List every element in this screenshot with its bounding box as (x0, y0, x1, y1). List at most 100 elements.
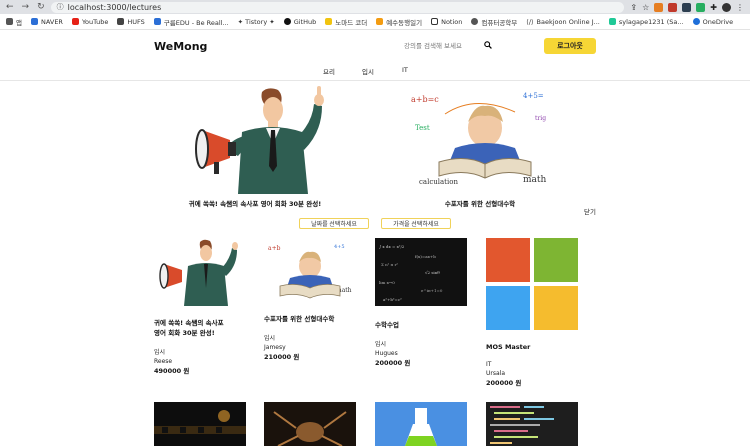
svg-text:math: math (523, 175, 547, 185)
cloud-icon (692, 18, 700, 25)
lecture-title: 귀에 쏙쏙! 속쌤의 속사포 (154, 319, 224, 327)
site-header: WeMong 로그아웃 (0, 30, 750, 62)
lecture-thumbnail (264, 402, 356, 446)
globe-icon (471, 18, 479, 25)
reload-icon[interactable]: ↻ (37, 2, 45, 12)
lecture-card[interactable] (486, 402, 578, 446)
lecture-card[interactable]: 귀에 쏙쏙! 속쌤의 속사포 영어 회화 30분 완성! 입시 Reese 49… (154, 238, 246, 376)
extension-icon[interactable] (682, 2, 692, 12)
extension-icon[interactable] (668, 2, 678, 12)
svg-text:a+b=c: a+b=c (411, 95, 439, 104)
lecture-thumbnail: ∫ x dx = x²/2 f(x)=ax+b Σ n² π r² √2 sin… (375, 238, 467, 306)
category-nav: 요리 입시 IT (0, 64, 750, 78)
lecture-thumbnail (486, 402, 578, 446)
price-filter-button[interactable]: 가격을 선택하세요 (381, 218, 451, 229)
search-input[interactable] (404, 42, 484, 50)
lecture-category: 입시 (154, 349, 166, 356)
lecture-price: 210000 원 (264, 353, 300, 361)
lecture-card[interactable] (264, 402, 356, 446)
forward-icon[interactable]: → (22, 2, 30, 12)
bookmark-notion[interactable]: Notion (431, 18, 462, 26)
bookmark-onedrive[interactable]: OneDrive (692, 18, 733, 26)
profile-icon[interactable] (722, 2, 731, 12)
velog-icon (608, 18, 616, 25)
search-icon[interactable] (484, 41, 492, 51)
bookmark-tistory[interactable]: ✦ Tistory ✦ (238, 18, 275, 26)
svg-text:Σ n² π r²: Σ n² π r² (381, 262, 398, 267)
category-it[interactable]: IT (402, 66, 408, 74)
share-icon[interactable]: ⇪ (630, 3, 637, 12)
bookmark-nomadcoder[interactable]: 노마드 코더 (325, 17, 367, 27)
bookmark-github[interactable]: GitHub (283, 18, 316, 26)
microsoft-logo-icon (486, 238, 578, 330)
code-icon: ⟨/⟩ (526, 17, 534, 26)
lecture-price: 490000 원 (154, 367, 190, 375)
svg-text:4+5=: 4+5= (523, 92, 544, 100)
lecture-card[interactable]: MOS Master IT Ursala 200000 원 (486, 238, 578, 388)
apps-icon (6, 18, 13, 25)
banner-slide[interactable]: a+b=c 4+5= Test trig calculation math 수포… (375, 84, 585, 214)
lecture-title: 수포자를 위한 선형대수학 (264, 315, 335, 323)
filter-bar: 날짜를 선택하세요 가격을 선택하세요 (0, 218, 750, 230)
bookmark-goorm[interactable]: 구름EDU - Be Reall... (153, 17, 229, 27)
lecture-card[interactable]: ∫ x dx = x²/2 f(x)=ax+b Σ n² π r² √2 sin… (375, 238, 467, 368)
notion-icon (431, 18, 439, 25)
lecture-card[interactable]: a+b 4+5 math 수포자를 위한 선형대수학 입시 Jamesy 210… (264, 238, 356, 362)
puzzle-icon[interactable]: ✚ (710, 3, 717, 12)
category-cooking[interactable]: 요리 (323, 66, 335, 76)
extension-icons: ⇪ ☆ ✚ ⋮ (630, 2, 744, 12)
bookmark-youtube[interactable]: YouTube (71, 18, 108, 26)
bookmark-baekjoon[interactable]: ⟨/⟩ Baekjoon Online J... (526, 18, 600, 26)
lecture-teacher: Hugues (375, 350, 398, 357)
hufs-icon (117, 18, 125, 25)
banner-carousel: 귀에 쏙쏙! 속쌤의 속사포 영어 회화 30분 완성! a+b=c 4+5= … (150, 84, 590, 214)
warning-icon (325, 18, 333, 25)
svg-text:a+b: a+b (268, 245, 281, 252)
bookmark-hufs[interactable]: HUFS (117, 18, 145, 26)
extension-icon[interactable] (696, 2, 706, 12)
lecture-title: 수학수업 (375, 321, 399, 329)
lecture-thumbnail (154, 402, 246, 446)
svg-text:a²+b²=c²: a²+b²=c² (383, 297, 402, 302)
menu-icon[interactable]: ⋮ (736, 3, 744, 12)
lecture-price: 200000 원 (486, 379, 522, 387)
svg-text:e^iπ+1=0: e^iπ+1=0 (421, 288, 443, 293)
lecture-thumbnail: a+b 4+5 math (264, 238, 356, 306)
banner-caption: 귀에 쏙쏙! 속쌤의 속사포 영어 회화 30분 완성! (188, 200, 322, 208)
bookmark-sylagape[interactable]: sylagape1231 (Sa... (608, 18, 684, 26)
search-box (394, 38, 496, 54)
site-logo[interactable]: WeMong (154, 40, 207, 53)
flask-icon (375, 402, 467, 446)
lecture-card[interactable] (375, 402, 467, 446)
address-bar[interactable]: ⓘ localhost:3000/lectures (50, 1, 625, 13)
goorm-icon (153, 18, 161, 25)
bookmark-apps[interactable]: 앱 (6, 17, 22, 27)
banner-slide[interactable]: 귀에 쏙쏙! 속쌤의 속사포 영어 회화 30분 완성! (150, 84, 360, 214)
lecture-category: 입시 (375, 341, 387, 348)
boy-reading-math-illustration: a+b=c 4+5= Test trig calculation math (405, 84, 565, 194)
header-divider (0, 80, 750, 81)
svg-text:lim x→0: lim x→0 (379, 280, 395, 285)
lecture-card[interactable] (154, 402, 246, 446)
megaphone-man-illustration (195, 86, 324, 194)
bookmark-diary[interactable]: 예수동행일기 (376, 17, 422, 27)
logout-button[interactable]: 로그아웃 (544, 38, 596, 54)
svg-text:calculation: calculation (419, 178, 458, 186)
youtube-icon (71, 18, 79, 25)
svg-text:4+5: 4+5 (334, 244, 345, 250)
lecture-category: 입시 (264, 335, 276, 342)
star-icon[interactable]: ☆ (642, 3, 649, 12)
bookmark-naver[interactable]: NAVER (30, 18, 63, 26)
banner-caption: 수포자를 위한 선형대수학 (444, 200, 516, 208)
back-icon[interactable]: ← (6, 2, 14, 12)
date-filter-button[interactable]: 날짜를 선택하세요 (299, 218, 369, 229)
bookmark-cs-dept[interactable]: 컴퓨터공학부 (471, 17, 517, 27)
lecture-title-line2: 영어 회화 30분 완성! (154, 329, 215, 337)
lecture-category: IT (486, 361, 492, 368)
banner-close-button[interactable]: 닫기 (584, 206, 596, 216)
category-admission[interactable]: 입시 (362, 66, 374, 76)
extension-icon[interactable] (654, 2, 664, 12)
lecture-teacher: Ursala (486, 370, 506, 377)
svg-text:f(x)=ax+b: f(x)=ax+b (415, 254, 436, 259)
lecture-teacher: Reese (154, 358, 173, 365)
